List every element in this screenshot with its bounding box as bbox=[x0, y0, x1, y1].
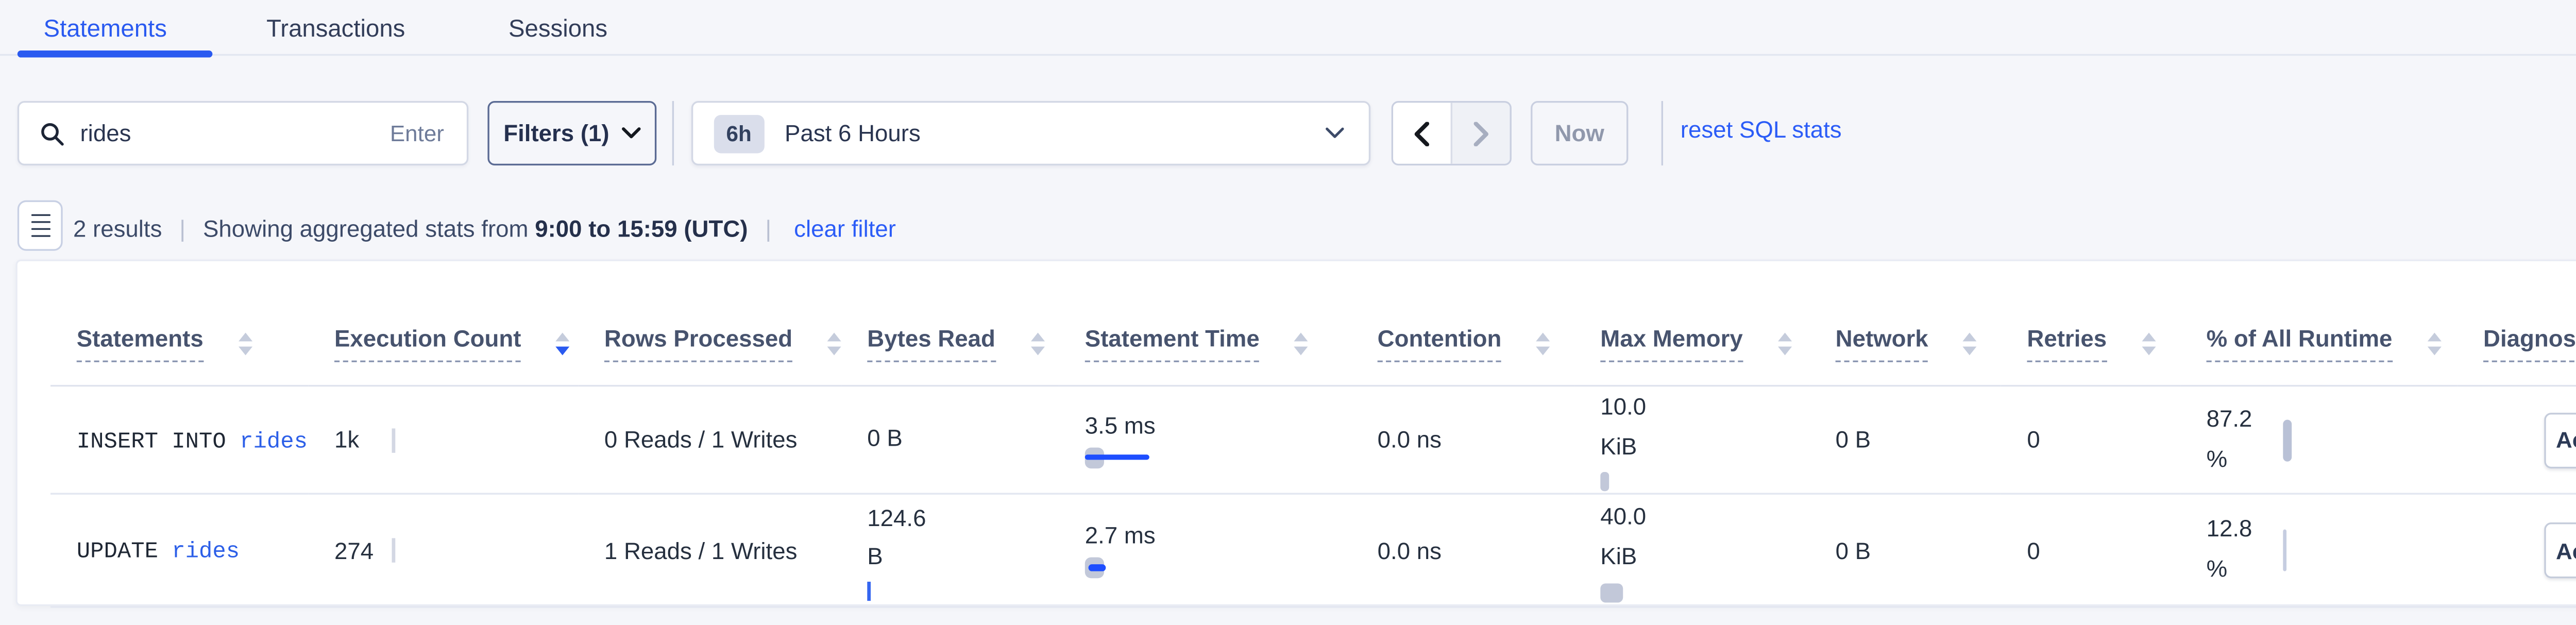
sort-arrows-icon[interactable] bbox=[1030, 333, 1044, 354]
execution-count-value: 1k bbox=[334, 427, 359, 453]
now-button[interactable]: Now bbox=[1531, 101, 1628, 165]
statement-time-value: 3.5 ms bbox=[1085, 412, 1156, 438]
column-header-retries[interactable]: Retries bbox=[2027, 326, 2180, 362]
rows-processed-value: 1 Reads / 1 Writes bbox=[604, 537, 798, 564]
column-header-max-memory[interactable]: Max Memory bbox=[1600, 326, 1809, 362]
statement-table-name: rides bbox=[172, 538, 240, 564]
search-icon bbox=[40, 121, 64, 145]
tab-transactions[interactable]: Transactions bbox=[266, 14, 405, 42]
statement-link[interactable]: UPDATErides bbox=[77, 538, 240, 564]
reset-sql-stats-link[interactable]: reset SQL stats bbox=[1681, 116, 1842, 143]
search-enter-hint: Enter bbox=[390, 120, 444, 146]
sort-arrows-icon[interactable] bbox=[556, 333, 570, 354]
column-header-diagnostics[interactable]: Diagnostics bbox=[2483, 326, 2576, 362]
statement-time-value: 2.7 ms bbox=[1085, 522, 1156, 549]
retries-value: 0 bbox=[2027, 537, 2040, 564]
filters-button[interactable]: Filters (1) bbox=[487, 101, 656, 165]
max-memory-value: 40.0 KiB bbox=[1600, 498, 1666, 578]
sort-arrows-icon[interactable] bbox=[2142, 333, 2156, 354]
prev-time-window-button[interactable] bbox=[1393, 103, 1452, 163]
pct-runtime-bar bbox=[2283, 419, 2292, 461]
sort-arrows-icon[interactable] bbox=[1777, 333, 1791, 354]
sort-arrows-icon[interactable] bbox=[1963, 333, 1977, 354]
column-header-network[interactable]: Network bbox=[1836, 326, 2001, 362]
toolbar-divider bbox=[672, 101, 674, 165]
toolbar-divider bbox=[1662, 101, 1663, 165]
time-range-dropdown[interactable]: 6h Past 6 Hours bbox=[691, 101, 1370, 165]
pct-runtime-value: 87.2 % bbox=[2207, 400, 2269, 480]
search-value: rides bbox=[80, 120, 131, 146]
column-header-statements[interactable]: Statements bbox=[77, 326, 309, 362]
sort-arrows-icon[interactable] bbox=[238, 333, 252, 354]
execution-count-value: 274 bbox=[334, 537, 374, 564]
stats-time-range: 9:00 to 15:59 (UTC) bbox=[535, 215, 748, 241]
statements-table-card: Statements Execution Count Rows Processe… bbox=[15, 260, 2576, 606]
bytes-read-value: 0 B bbox=[867, 420, 902, 459]
column-header-rows-processed[interactable]: Rows Processed bbox=[604, 326, 841, 362]
column-header-statement-time[interactable]: Statement Time bbox=[1085, 326, 1351, 362]
sort-arrows-icon[interactable] bbox=[2427, 333, 2441, 354]
separator: | bbox=[765, 215, 771, 241]
list-icon bbox=[30, 213, 49, 216]
separator: | bbox=[179, 215, 185, 241]
statement-time-bar bbox=[1085, 558, 1155, 579]
column-header-execution-count[interactable]: Execution Count bbox=[334, 326, 578, 362]
column-header-contention[interactable]: Contention bbox=[1378, 326, 1574, 362]
time-range-value: Past 6 Hours bbox=[785, 120, 921, 146]
max-memory-bar bbox=[1600, 472, 1608, 492]
sort-arrows-icon[interactable] bbox=[1294, 333, 1308, 354]
column-header-pct-runtime[interactable]: % of All Runtime bbox=[2207, 326, 2458, 362]
results-summary-bar: 2 results | Showing aggregated stats fro… bbox=[73, 206, 896, 251]
statements-table: Statements Execution Count Rows Processe… bbox=[50, 261, 2576, 608]
time-window-nav bbox=[1392, 101, 1512, 165]
table-header-row: Statements Execution Count Rows Processe… bbox=[50, 261, 2576, 386]
statement-link[interactable]: INSERT INTOrides bbox=[77, 428, 308, 454]
contention-value: 0.0 ns bbox=[1378, 537, 1442, 564]
pct-runtime-bar bbox=[2283, 530, 2286, 571]
network-value: 0 B bbox=[1836, 427, 1871, 453]
tab-statements[interactable]: Statements bbox=[44, 14, 167, 42]
statement-table-name: rides bbox=[240, 428, 308, 454]
tab-sessions[interactable]: Sessions bbox=[509, 14, 607, 42]
tab-bar-divider bbox=[0, 54, 2576, 56]
execution-count-bar bbox=[392, 428, 395, 452]
activate-diagnostics-button[interactable]: Activate bbox=[2544, 522, 2576, 578]
statements-page: Statements Transactions Sessions rides E… bbox=[0, 0, 2576, 625]
sort-arrows-icon[interactable] bbox=[827, 333, 841, 354]
chevron-left-icon bbox=[1414, 121, 1430, 145]
network-value: 0 B bbox=[1836, 537, 1871, 564]
chevron-down-icon bbox=[621, 127, 640, 140]
active-tab-underline bbox=[18, 50, 213, 57]
column-header-bytes-read[interactable]: Bytes Read bbox=[867, 326, 1059, 362]
time-range-badge: 6h bbox=[714, 114, 764, 152]
activate-diagnostics-button[interactable]: Activate bbox=[2544, 412, 2576, 467]
rows-processed-value: 0 Reads / 1 Writes bbox=[604, 427, 798, 453]
tab-bar: Statements Transactions Sessions bbox=[0, 0, 2576, 58]
showing-stats-text: Showing aggregated stats from bbox=[203, 215, 535, 241]
contention-value: 0.0 ns bbox=[1378, 427, 1442, 453]
execution-count-bar bbox=[392, 538, 395, 562]
retries-value: 0 bbox=[2027, 427, 2040, 453]
chevron-right-icon bbox=[1473, 121, 1489, 145]
column-selector-button[interactable] bbox=[18, 200, 63, 251]
statement-time-bar bbox=[1085, 447, 1155, 468]
chevron-down-icon bbox=[1325, 127, 1344, 140]
search-input[interactable]: rides Enter bbox=[18, 101, 468, 165]
bytes-read-bar bbox=[867, 582, 871, 601]
clear-filter-link[interactable]: clear filter bbox=[794, 215, 896, 241]
table-row: UPDATErides 274 1 Reads / 1 Writes 124.6… bbox=[50, 494, 2576, 607]
bytes-read-value: 124.6 B bbox=[867, 499, 944, 577]
max-memory-value: 10.0 KiB bbox=[1600, 387, 1666, 467]
next-time-window-button[interactable] bbox=[1452, 103, 1510, 163]
sort-arrows-icon[interactable] bbox=[1536, 333, 1550, 354]
max-memory-bar bbox=[1600, 583, 1623, 602]
table-row: INSERT INTOrides 1k 0 Reads / 1 Writes 0… bbox=[50, 386, 2576, 494]
results-count: 2 results bbox=[73, 215, 162, 241]
pct-runtime-value: 12.8 % bbox=[2207, 511, 2269, 590]
filters-button-label: Filters (1) bbox=[503, 120, 609, 146]
